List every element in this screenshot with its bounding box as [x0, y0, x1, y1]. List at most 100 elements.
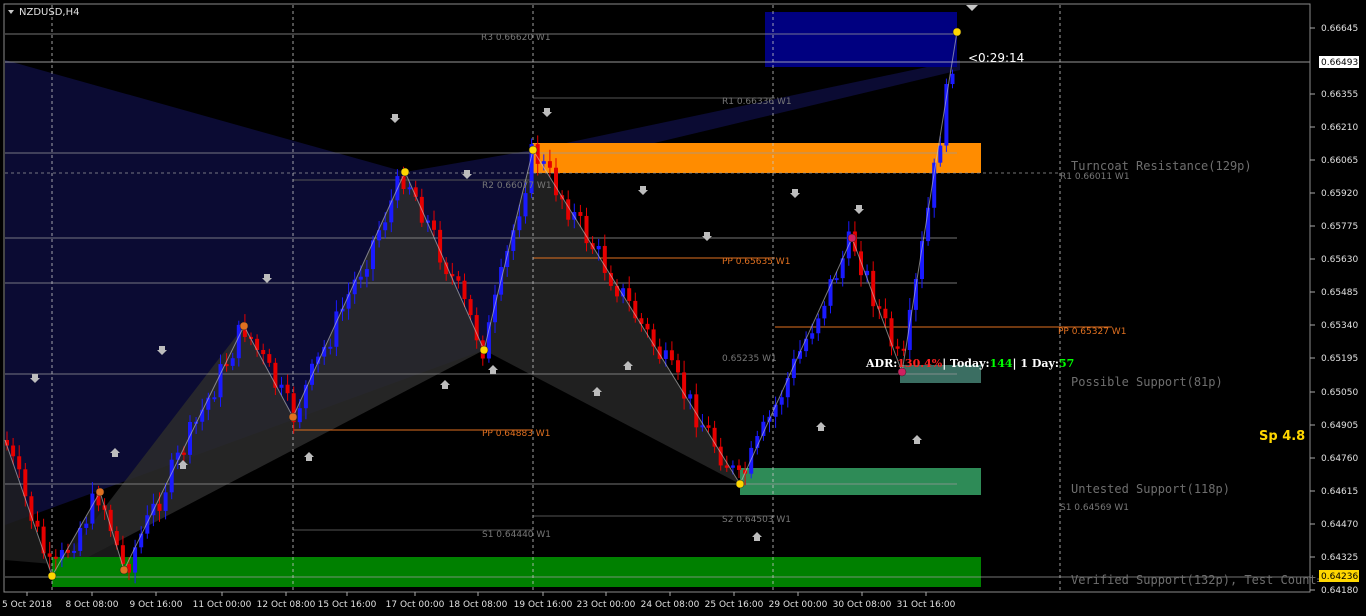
candle-body — [285, 384, 290, 394]
price-tick-label: 0.65340 — [1321, 321, 1358, 331]
price-tick-label: 0.64325 — [1321, 553, 1358, 563]
time-tick-label: 31 Oct 16:00 — [897, 600, 956, 610]
candle-body — [676, 360, 680, 373]
time-tick-label: 30 Oct 08:00 — [833, 600, 892, 610]
level-s1b: S1 0.64569 W1 — [1060, 503, 1129, 513]
adr-today-value: 144 — [990, 357, 1013, 370]
candle-body — [944, 84, 949, 146]
candle-body — [358, 276, 363, 280]
candle-body — [883, 308, 888, 319]
candle-body — [334, 311, 339, 347]
candle-body — [53, 556, 58, 559]
price-tick-label: 0.64760 — [1321, 454, 1358, 464]
pattern-point-icon — [47, 571, 57, 581]
candle-body — [72, 550, 77, 553]
low-price-label: 0.64236 — [1321, 572, 1358, 582]
level-mid-small: 0.65235 W1 — [722, 354, 777, 364]
candle-body — [688, 394, 693, 399]
candle-body — [383, 222, 388, 231]
candle-body — [181, 452, 186, 455]
level-s2: S2 0.64503 W1 — [722, 515, 791, 525]
candle-body — [822, 305, 827, 319]
pattern-point-icon — [95, 487, 105, 497]
untested-support-zone — [740, 468, 981, 495]
candle-body — [212, 397, 217, 400]
time-tick-label: 24 Oct 08:00 — [641, 600, 700, 610]
candle-body — [730, 465, 735, 468]
candle-body — [554, 167, 558, 196]
candle-body — [279, 384, 284, 388]
candle-body — [462, 280, 467, 300]
time-tick-label: 12 Oct 08:00 — [257, 600, 316, 610]
candle-body — [950, 73, 955, 85]
adr-today-label: | Today: — [942, 357, 989, 370]
candle-body — [596, 245, 601, 250]
candle-body — [11, 445, 16, 457]
candle-body — [438, 229, 443, 263]
candle-body — [511, 230, 516, 251]
time-tick-label: 25 Oct 16:00 — [705, 600, 764, 610]
candle-body — [230, 358, 235, 366]
level-pp-mid: PP 0.65635 W1 — [722, 257, 790, 267]
pattern-point-icon — [400, 167, 410, 177]
candle-body — [297, 408, 302, 423]
pattern-point-icon — [479, 345, 489, 355]
pattern-point-icon — [952, 27, 962, 37]
current-price-label: 0.66493 — [1321, 58, 1358, 68]
candle-body — [17, 456, 22, 470]
price-tick-label: 0.66645 — [1321, 24, 1358, 34]
adr-day-label: | 1 Day: — [1013, 357, 1059, 370]
candle-body — [932, 162, 937, 208]
candle-body — [35, 520, 40, 527]
price-tick-label: 0.66210 — [1321, 123, 1358, 133]
time-tick-label: 9 Oct 16:00 — [130, 600, 183, 610]
time-tick-label: 17 Oct 00:00 — [386, 600, 445, 610]
level-s1: S1 0.64440 W1 — [482, 530, 551, 540]
candle-body — [389, 200, 394, 223]
pattern-point-icon — [288, 412, 298, 422]
candle-body — [84, 523, 89, 528]
resistance-label: Turncoat Resistance(129p) — [1071, 159, 1252, 173]
time-tick-label: 11 Oct 00:00 — [193, 600, 252, 610]
price-tick-label: 0.64470 — [1321, 520, 1358, 530]
candle-body — [517, 216, 522, 231]
candle-body — [78, 527, 83, 551]
symbol-dropdown[interactable]: NZDUSD,H4 — [8, 7, 79, 18]
possible-support-label: Possible Support(81p) — [1071, 375, 1223, 389]
candle-body — [236, 324, 241, 359]
candle-body — [432, 220, 436, 230]
pattern-point-icon — [735, 479, 745, 489]
candle-body — [59, 549, 64, 559]
price-tick-label: 0.65920 — [1321, 189, 1358, 199]
resistance-zone — [533, 143, 981, 173]
price-tick-label: 0.66355 — [1321, 90, 1358, 100]
candle-body — [41, 526, 46, 554]
level-r1: R1 0.66336 W1 — [722, 97, 792, 107]
candle-body — [267, 354, 272, 363]
candle-body — [541, 161, 546, 164]
price-chart[interactable]: R3 0.66620 W1 R1 0.66336 W1 R2 0.66077 W… — [0, 0, 1366, 616]
candle-body — [364, 269, 369, 277]
level-r3: R3 0.66620 W1 — [481, 33, 551, 43]
candle-body — [737, 465, 741, 470]
pattern-point-icon — [239, 321, 249, 331]
candle-body — [163, 492, 168, 511]
candle-body — [157, 503, 162, 511]
price-tick-label: 0.65630 — [1321, 255, 1358, 265]
symbol-label: NZDUSD,H4 — [19, 7, 79, 18]
candle-body — [779, 397, 784, 405]
time-tick-label: 5 Oct 2018 — [2, 600, 52, 610]
untested-support-label: Untested Support(118p) — [1071, 482, 1230, 496]
candle-body — [468, 299, 473, 316]
price-tick-label: 0.65775 — [1321, 222, 1358, 232]
adr-day-value: 57 — [1059, 357, 1074, 370]
candle-timer: <0:29:14 — [968, 51, 1024, 65]
price-tick-label: 0.65485 — [1321, 288, 1358, 298]
time-tick-label: 18 Oct 08:00 — [449, 600, 508, 610]
pattern-point-icon — [119, 565, 129, 575]
candle-body — [706, 425, 711, 428]
candle-body — [578, 212, 583, 216]
candle-body — [871, 270, 876, 307]
level-r2: R2 0.66077 W1 — [482, 181, 552, 191]
price-tick-label: 0.65195 — [1321, 354, 1358, 364]
